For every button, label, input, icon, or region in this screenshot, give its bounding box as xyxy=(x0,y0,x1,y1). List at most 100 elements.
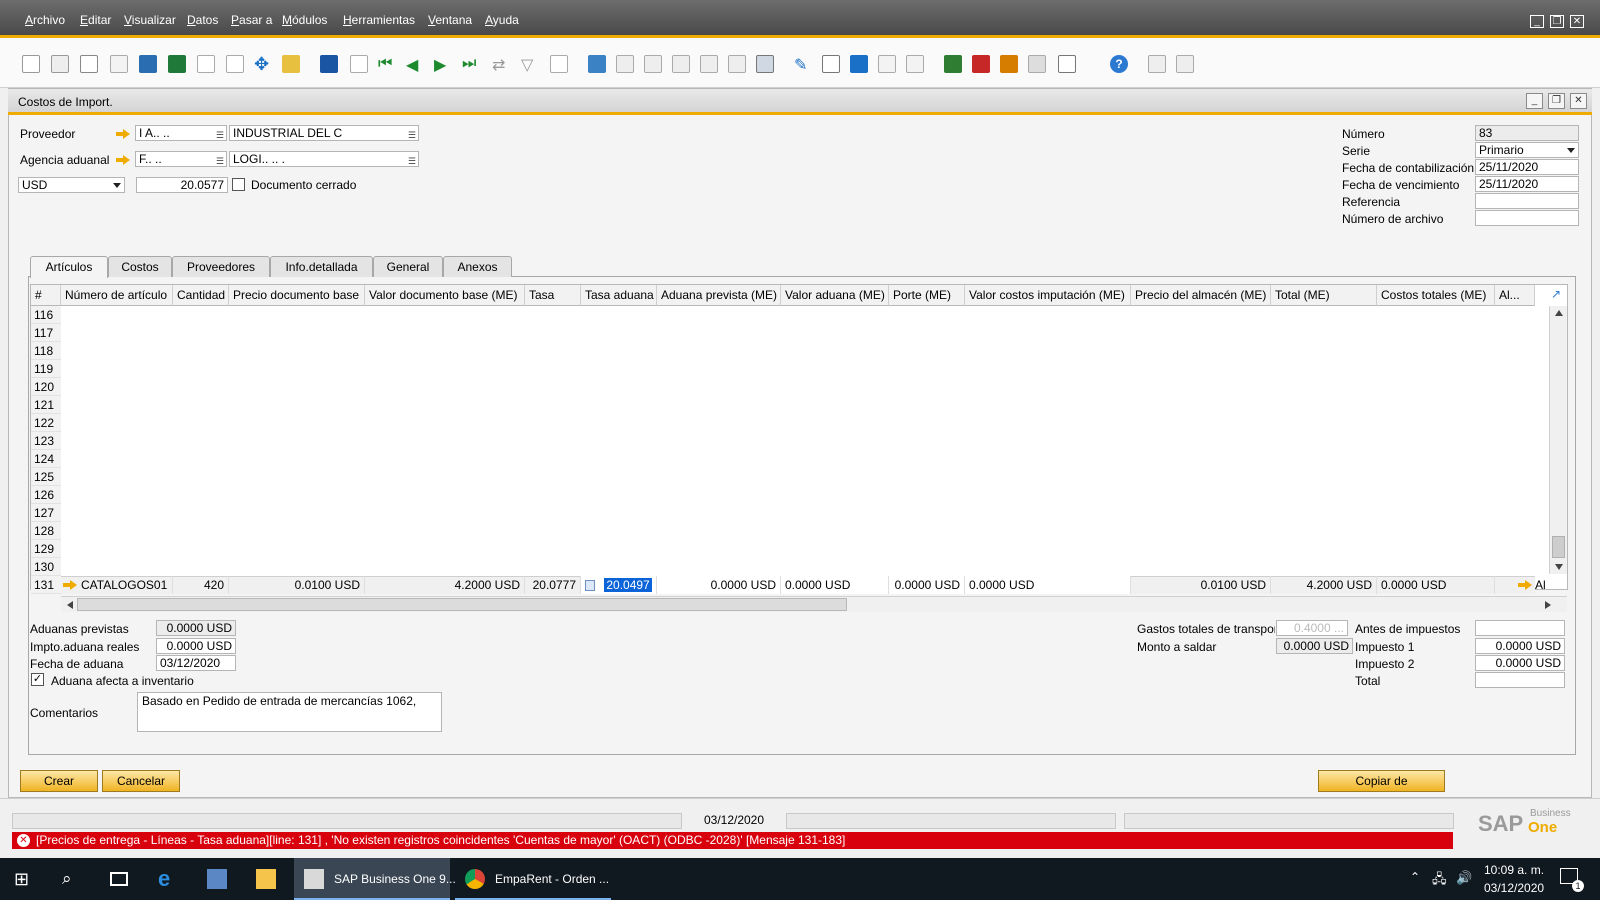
preview-icon[interactable] xyxy=(22,55,40,73)
scroll-down-icon[interactable] xyxy=(1555,564,1563,570)
search-icon[interactable]: ⌕ xyxy=(62,869,82,889)
col-header-item[interactable]: Número de artículo xyxy=(61,285,173,306)
add-icon[interactable] xyxy=(350,55,368,73)
calculator-icon[interactable] xyxy=(585,580,595,592)
currency-select[interactable]: USD xyxy=(18,177,125,193)
cell-base-value[interactable]: 4.2000 USD xyxy=(365,576,525,594)
tab-costos[interactable]: Costos xyxy=(108,256,172,277)
agencia-name-field[interactable]: LOGI.. .. . ☰ xyxy=(229,151,419,167)
scroll-right-icon[interactable] xyxy=(1545,601,1551,609)
user-icon[interactable] xyxy=(1058,55,1076,73)
cancelar-button[interactable]: Cancelar xyxy=(102,770,180,792)
tab-proveedores[interactable]: Proveedores xyxy=(172,256,270,277)
impuesto-1-field[interactable]: 0.0000 USD xyxy=(1475,638,1565,654)
menu-ayuda[interactable]: Ayuda xyxy=(485,13,519,27)
word-icon[interactable] xyxy=(197,55,215,73)
find-icon[interactable] xyxy=(320,55,338,73)
col-header-customs-rate[interactable]: Tasa aduana xyxy=(581,285,657,306)
mail-alert-icon[interactable] xyxy=(972,55,990,73)
proveedor-link-arrow-icon[interactable] xyxy=(116,129,130,139)
cell-customs-planned[interactable]: 0.0000 USD xyxy=(657,576,781,594)
layout-icon[interactable] xyxy=(728,55,746,73)
sap-launcher-icon[interactable] xyxy=(207,869,227,889)
doc-minimize-icon[interactable]: _ xyxy=(1526,93,1543,109)
settings-icon[interactable] xyxy=(1148,55,1166,73)
cell-al[interactable]: Al xyxy=(1531,576,1551,594)
task-view-icon[interactable] xyxy=(110,872,128,886)
gross-profit-icon[interactable] xyxy=(700,55,718,73)
taskbar-app-chrome[interactable]: EmpaRent - Orden ... xyxy=(455,858,611,900)
print-icon[interactable] xyxy=(51,55,69,73)
menu-visualizar[interactable]: Visualizar xyxy=(124,13,176,27)
col-header-price[interactable]: Precio documento base xyxy=(229,285,365,306)
agencia-code-field[interactable]: F.. .. ☰ xyxy=(135,151,227,167)
window-icon[interactable] xyxy=(1176,55,1194,73)
cell-total-costs[interactable]: 0.0000 USD xyxy=(1377,576,1495,594)
cell-price[interactable]: 0.0100 USD xyxy=(229,576,365,594)
doc-restore-icon[interactable]: ❐ xyxy=(1548,93,1565,109)
first-record-icon[interactable]: ⏮ xyxy=(378,55,396,73)
copiar-de-button[interactable]: Copiar de xyxy=(1318,770,1445,792)
email-icon[interactable] xyxy=(80,55,98,73)
fecha-contabilizacion-field[interactable]: 25/11/2020 xyxy=(1475,159,1579,175)
col-header-freight[interactable]: Porte (ME) xyxy=(889,285,965,306)
col-header-total-costs[interactable]: Costos totales (ME) xyxy=(1377,285,1495,306)
form-settings-icon[interactable] xyxy=(756,55,774,73)
app-restore-icon[interactable]: ❐ xyxy=(1550,15,1564,28)
next-record-icon[interactable]: ▶ xyxy=(434,55,452,74)
file-explorer-icon[interactable] xyxy=(256,869,276,889)
impuesto-2-field[interactable]: 0.0000 USD xyxy=(1475,655,1565,671)
menu-pasar-a[interactable]: Pasar a xyxy=(231,13,272,27)
app-close-icon[interactable]: ✕ xyxy=(1570,15,1584,28)
menu-archivo[interactable]: Archivo xyxy=(25,13,65,27)
documento-cerrado-checkbox[interactable] xyxy=(232,178,245,191)
col-header-customs-planned[interactable]: Aduana prevista (ME) xyxy=(657,285,781,306)
refresh-icon[interactable]: ⇄ xyxy=(492,55,510,74)
menu-modulos[interactable]: Módulos xyxy=(282,13,327,27)
col-header-total[interactable]: Total (ME) xyxy=(1271,285,1377,306)
cell-rate[interactable]: 20.0777 xyxy=(525,576,581,594)
clock-date[interactable]: 03/12/2020 xyxy=(1484,881,1544,895)
app-minimize-icon[interactable]: _ xyxy=(1530,15,1544,28)
cell-qty[interactable]: 420 xyxy=(173,576,229,594)
tab-info-detallada[interactable]: Info.detallada xyxy=(270,256,373,277)
scroll-up-icon[interactable] xyxy=(1555,310,1563,316)
tab-general[interactable]: General xyxy=(373,256,443,277)
total-field[interactable] xyxy=(1475,672,1565,688)
horizontal-scrollbar[interactable] xyxy=(61,596,1567,612)
proveedor-code-field[interactable]: I A.. .. ☰ xyxy=(135,125,227,141)
menu-ventana[interactable]: Ventana xyxy=(428,13,472,27)
sms-icon[interactable] xyxy=(110,55,128,73)
comentarios-textarea[interactable]: Basado en Pedido de entrada de mercancía… xyxy=(137,692,442,732)
cell-cost-alloc[interactable]: 0.0000 USD xyxy=(965,576,1131,594)
vertical-scroll-thumb[interactable] xyxy=(1552,536,1565,558)
move-icon[interactable]: ✥ xyxy=(254,55,272,73)
col-header-al[interactable]: Al... xyxy=(1495,285,1535,306)
menu-herramientas[interactable]: Herramientas xyxy=(343,13,415,27)
filter-icon[interactable]: ▽ xyxy=(521,55,539,74)
pdf-icon[interactable] xyxy=(226,55,244,73)
cell-item[interactable]: CATALOGOS01 xyxy=(77,576,173,594)
taskbar-app-sap[interactable]: SAP Business One 9... xyxy=(294,858,456,900)
warehouse-link-arrow-icon[interactable] xyxy=(1518,580,1532,590)
target-document-icon[interactable] xyxy=(616,55,634,73)
col-header-warehouse-price[interactable]: Precio del almacén (ME) xyxy=(1131,285,1271,306)
doc-close-icon[interactable]: ✕ xyxy=(1570,93,1587,109)
horizontal-scroll-thumb[interactable] xyxy=(77,598,847,611)
previous-record-icon[interactable]: ◀ xyxy=(406,55,424,74)
menu-datos[interactable]: Datos xyxy=(187,13,218,27)
calendar-icon[interactable] xyxy=(944,55,962,73)
help-icon[interactable]: ? xyxy=(1110,55,1128,73)
volume-icon[interactable]: 🔊 xyxy=(1456,870,1472,886)
fax-icon[interactable] xyxy=(139,55,157,73)
cell-customs-rate[interactable]: 20.0497 xyxy=(581,576,657,594)
numero-archivo-field[interactable] xyxy=(1475,210,1579,226)
fecha-aduana-field[interactable]: 03/12/2020 xyxy=(156,655,236,671)
antes-impuestos-field[interactable] xyxy=(1475,620,1565,636)
aduana-afecta-checkbox[interactable]: ✓ xyxy=(31,673,44,686)
journal-icon[interactable] xyxy=(644,55,662,73)
cell-customs-value[interactable]: 0.0000 USD xyxy=(781,576,889,594)
vertical-scrollbar[interactable] xyxy=(1549,306,1567,574)
tab-anexos[interactable]: Anexos xyxy=(443,256,512,277)
impto-aduana-field[interactable]: 0.0000 USD xyxy=(156,638,236,654)
